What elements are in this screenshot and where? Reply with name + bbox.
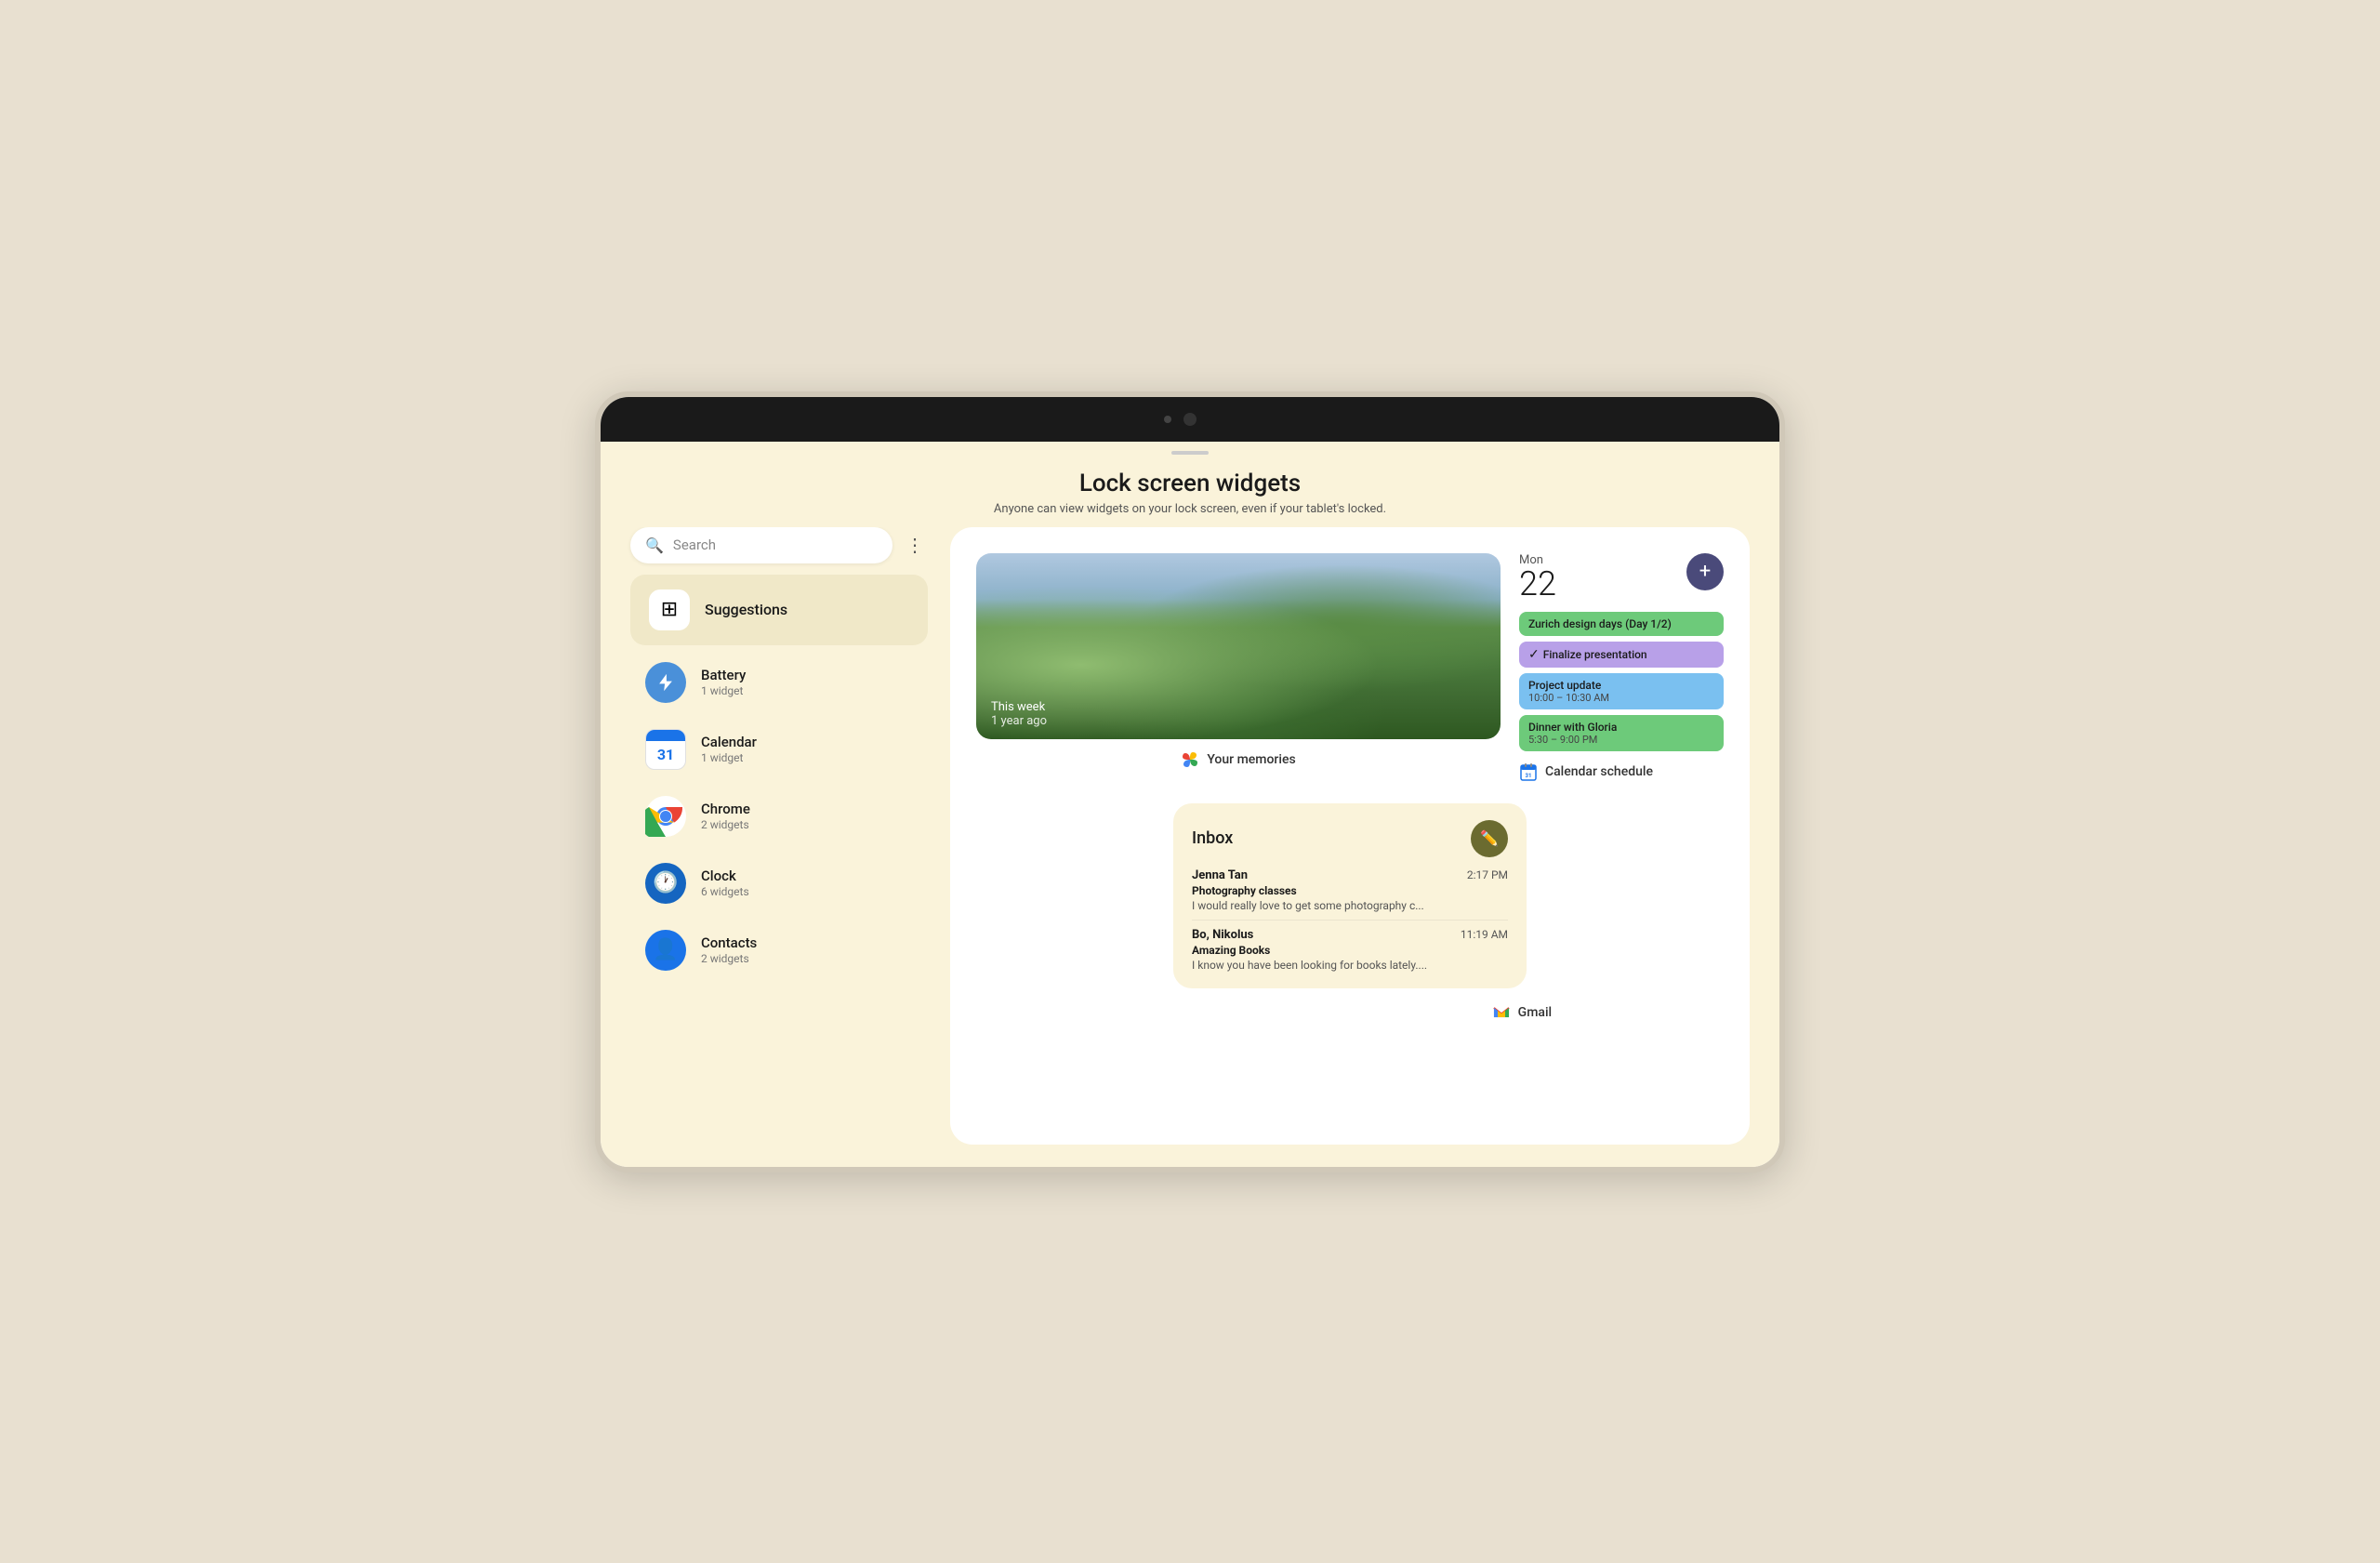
search-box[interactable]: 🔍 Search (630, 527, 892, 563)
gmail-preview-1: I would really love to get some photogra… (1192, 899, 1489, 912)
gmail-icon (1492, 1003, 1511, 1022)
gmail-header: Inbox ✏️ (1192, 820, 1508, 857)
more-options-icon[interactable]: ⋮ (902, 530, 928, 560)
gmail-emails: Jenna Tan 2:17 PM Photography classes I … (1192, 868, 1508, 972)
gmail-time-1: 2:17 PM (1467, 868, 1508, 881)
calendar-app-info: Calendar 1 widget (701, 734, 757, 764)
gmail-widget: Inbox ✏️ Jenna Tan 2:17 PM Photography c… (1173, 803, 1527, 988)
search-icon: 🔍 (645, 536, 664, 554)
gmail-label-text: Gmail (1518, 1005, 1552, 1020)
page-header: Lock screen widgets Anyone can view widg… (601, 455, 1779, 527)
calendar-event-1[interactable]: Zurich design days (Day 1/2) (1519, 612, 1724, 636)
event-2-title: Finalize presentation (1543, 648, 1647, 661)
gmail-edit-button[interactable]: ✏️ (1471, 820, 1508, 857)
svg-text:31: 31 (1526, 773, 1532, 779)
calendar-label-text: Calendar schedule (1545, 764, 1653, 779)
gmail-title: Inbox (1192, 828, 1233, 848)
suggestions-item[interactable]: ⊞ Suggestions (630, 575, 928, 645)
page-subtitle: Anyone can view widgets on your lock scr… (601, 502, 1779, 516)
chrome-app-info: Chrome 2 widgets (701, 801, 750, 831)
tablet-frame: Lock screen widgets Anyone can view widg… (595, 391, 1785, 1172)
gmail-subject-2: Amazing Books (1192, 944, 1508, 957)
camera-dot-left (1164, 416, 1171, 423)
event-3-time: 10:00 – 10:30 AM (1528, 692, 1714, 704)
memories-label-text: Your memories (1207, 752, 1295, 767)
calendar-event-4[interactable]: Dinner with Gloria 5:30 – 9:00 PM (1519, 715, 1724, 751)
battery-app-name: Battery (701, 667, 746, 683)
memories-year: 1 year ago (991, 714, 1047, 728)
calendar-add-button[interactable]: + (1686, 553, 1724, 590)
search-row: 🔍 Search ⋮ (630, 527, 928, 563)
front-camera (1183, 413, 1197, 426)
battery-app-widgets: 1 widget (701, 684, 746, 697)
suggestions-icon: ⊞ (649, 589, 690, 630)
contacts-app-name: Contacts (701, 934, 757, 951)
memories-photo-background (976, 553, 1501, 739)
calendar-app-name: Calendar (701, 734, 757, 750)
main-content: Lock screen widgets Anyone can view widg… (601, 442, 1779, 1167)
gmail-widget-label: Gmail (1492, 1003, 1552, 1022)
calendar-date: Mon 22 (1519, 553, 1556, 601)
calendar-events: Zurich design days (Day 1/2) ✓ Finalize … (1519, 612, 1724, 751)
top-bar (601, 397, 1779, 442)
gmail-preview-2: I know you have been looking for books l… (1192, 959, 1489, 972)
memories-widget: This week 1 year ago (976, 553, 1501, 781)
memories-week: This week (991, 700, 1047, 714)
gmail-time-2: 11:19 AM (1461, 928, 1508, 941)
memories-widget-label: Your memories (1181, 750, 1295, 769)
check-icon: ✓ (1528, 647, 1540, 662)
memories-overlay: This week 1 year ago (991, 700, 1047, 728)
google-photos-icon (1181, 750, 1199, 769)
calendar-widget-label: 31 Calendar schedule (1519, 762, 1724, 781)
widgets-grid: This week 1 year ago (976, 553, 1724, 781)
gmail-subject-1: Photography classes (1192, 884, 1508, 897)
chrome-app-name: Chrome (701, 801, 750, 817)
list-item[interactable]: Chrome 2 widgets (630, 783, 928, 850)
event-4-time: 5:30 – 9:00 PM (1528, 734, 1714, 746)
page-title: Lock screen widgets (601, 470, 1779, 498)
chrome-app-widgets: 2 widgets (701, 818, 750, 831)
calendar-day-num: 22 (1519, 567, 1556, 601)
contacts-app-info: Contacts 2 widgets (701, 934, 757, 965)
app-list: Battery 1 widget 31 Calendar 1 widget (630, 649, 928, 984)
gmail-sender-2: Bo, Nikolus (1192, 928, 1253, 942)
widget-labels-row: Gmail (976, 1003, 1724, 1022)
list-item[interactable]: Battery 1 widget (630, 649, 928, 716)
search-placeholder: Search (673, 536, 716, 553)
event-3-title: Project update (1528, 679, 1714, 692)
calendar-event-3[interactable]: Project update 10:00 – 10:30 AM (1519, 673, 1724, 709)
gmail-widget-container: Inbox ✏️ Jenna Tan 2:17 PM Photography c… (976, 803, 1724, 988)
gmail-row1-1: Jenna Tan 2:17 PM (1192, 868, 1508, 882)
clock-app-widgets: 6 widgets (701, 885, 749, 898)
left-panel: 🔍 Search ⋮ ⊞ Suggestions (630, 527, 928, 1145)
contacts-app-icon: 👤 (645, 930, 686, 971)
list-item[interactable]: 🕐 Clock 6 widgets (630, 850, 928, 917)
battery-app-icon (645, 662, 686, 703)
body-area: 🔍 Search ⋮ ⊞ Suggestions (601, 527, 1779, 1167)
chrome-app-icon (645, 796, 686, 837)
calendar-app-icon: 31 (645, 729, 686, 770)
calendar-header: Mon 22 + (1519, 553, 1724, 601)
suggestions-label: Suggestions (705, 601, 787, 618)
contacts-app-widgets: 2 widgets (701, 952, 757, 965)
gmail-row1-2: Bo, Nikolus 11:19 AM (1192, 928, 1508, 942)
gmail-email-2[interactable]: Bo, Nikolus 11:19 AM Amazing Books I kno… (1192, 928, 1508, 972)
memories-photo: This week 1 year ago (976, 553, 1501, 739)
battery-app-info: Battery 1 widget (701, 667, 746, 697)
calendar-app-widgets: 1 widget (701, 751, 757, 764)
calendar-widget-icon: 31 (1519, 762, 1538, 781)
list-item[interactable]: 👤 Contacts 2 widgets (630, 917, 928, 984)
gmail-email-1[interactable]: Jenna Tan 2:17 PM Photography classes I … (1192, 868, 1508, 921)
list-item[interactable]: 31 Calendar 1 widget (630, 716, 928, 783)
clock-app-icon: 🕐 (645, 863, 686, 904)
clock-app-info: Clock 6 widgets (701, 868, 749, 898)
event-1-title: Zurich design days (Day 1/2) (1528, 617, 1672, 630)
calendar-widget: Mon 22 + Zurich design days (Day 1/2) ✓ (1519, 553, 1724, 781)
event-4-title: Dinner with Gloria (1528, 721, 1714, 734)
right-panel: This week 1 year ago (950, 527, 1750, 1145)
clock-app-name: Clock (701, 868, 749, 884)
gmail-sender-1: Jenna Tan (1192, 868, 1248, 882)
calendar-event-2[interactable]: ✓ Finalize presentation (1519, 642, 1724, 668)
